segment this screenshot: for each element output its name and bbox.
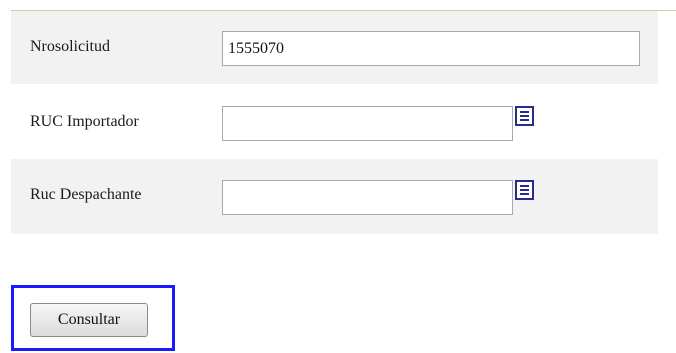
consulta-form-page: Nrosolicitud RUC Importador Ruc Despacha…	[0, 0, 676, 353]
nrosolicitud-label: Nrosolicitud	[30, 38, 110, 55]
ruc-despachante-input[interactable]	[222, 180, 513, 215]
form-row-ruc-importador: RUC Importador	[11, 84, 658, 159]
ruc-despachante-label: Ruc Despachante	[30, 186, 142, 203]
nrosolicitud-input[interactable]	[222, 31, 640, 66]
ruc-importador-label: RUC Importador	[30, 113, 139, 130]
ruc-importador-input[interactable]	[222, 106, 513, 141]
consultar-button[interactable]: Consultar	[30, 303, 148, 337]
form-row-ruc-despachante: Ruc Despachante	[11, 159, 658, 234]
ruc-importador-lookup-icon[interactable]	[515, 106, 534, 126]
form-row-nrosolicitud: Nrosolicitud	[11, 11, 658, 84]
ruc-despachante-lookup-icon[interactable]	[515, 180, 534, 200]
